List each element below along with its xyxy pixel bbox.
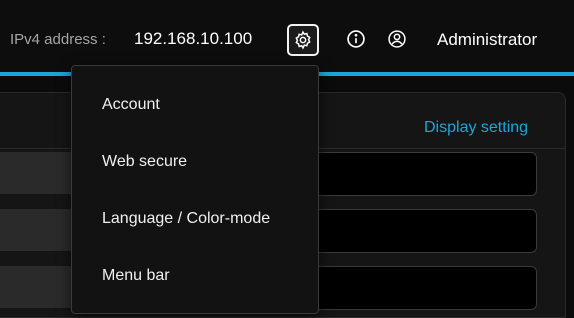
- display-setting-link[interactable]: Display setting: [424, 119, 528, 137]
- input-field[interactable]: [290, 266, 537, 310]
- input-field[interactable]: [290, 209, 537, 253]
- user-button[interactable]: [382, 24, 412, 54]
- user-name[interactable]: Administrator: [437, 30, 537, 50]
- input-field[interactable]: [290, 152, 537, 196]
- settings-dropdown-menu: Account Web secure Language / Color-mode…: [71, 65, 319, 314]
- ipv4-label: IPv4 address :: [10, 31, 106, 48]
- form-row-label: [0, 209, 72, 251]
- user-icon: [388, 30, 406, 48]
- settings-button[interactable]: [287, 24, 319, 56]
- ipv4-value: 192.168.10.100: [134, 29, 253, 48]
- menu-item-language-color-mode[interactable]: Language / Color-mode: [102, 210, 270, 228]
- gear-icon: [295, 30, 311, 50]
- menu-item-web-secure[interactable]: Web secure: [102, 153, 187, 171]
- menu-item-menu-bar[interactable]: Menu bar: [102, 267, 170, 285]
- info-icon: [347, 30, 365, 48]
- form-row-label: [0, 266, 72, 308]
- top-bar: IPv4 address : 192.168.10.100 Administra…: [0, 0, 574, 74]
- info-button[interactable]: [341, 24, 371, 54]
- form-row-label: [0, 152, 72, 194]
- menu-item-account[interactable]: Account: [102, 96, 160, 114]
